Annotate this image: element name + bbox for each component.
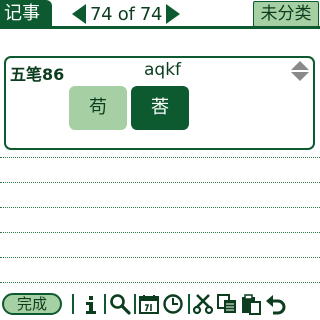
note-line[interactable] [0,282,320,283]
app-title-tab[interactable]: 记事 [0,0,52,27]
toolbar-separator [188,294,190,314]
info-icon[interactable] [80,293,102,315]
toolbar-separator [104,294,106,314]
candidate-button-1[interactable]: 苟 [69,86,127,130]
scroll-up-icon[interactable] [291,61,309,70]
note-line[interactable] [0,257,320,258]
clock-icon[interactable] [162,293,184,315]
category-selector[interactable]: 未分类 [253,1,319,27]
copy-icon[interactable] [216,293,238,315]
undo-icon[interactable] [264,293,286,315]
search-icon[interactable] [109,293,131,315]
record-counter: 74 of 74 [90,3,163,25]
previous-record-arrow-icon[interactable] [72,4,86,24]
done-button-label: 完成 [16,295,47,313]
note-line[interactable] [0,182,320,183]
app-title: 记事 [4,3,40,24]
note-line[interactable] [0,207,320,208]
note-line[interactable] [0,232,320,233]
input-method-name: 五笔86 [10,65,65,84]
next-record-arrow-icon[interactable] [166,4,181,24]
toolbar-separator [134,294,136,314]
input-code: aqkf [144,60,182,80]
calendar-icon[interactable] [138,293,160,315]
paste-icon[interactable] [240,293,262,315]
cut-icon[interactable] [192,293,214,315]
record-navigator: 74 of 74 [72,2,181,26]
input-method-panel: 五笔86 aqkf 苟 莕 [4,56,315,150]
toolbar-separator [72,294,74,314]
scroll-down-icon[interactable] [291,72,309,81]
category-label: 未分类 [260,4,312,24]
note-line[interactable] [0,157,320,158]
candidate-scroll-arrows[interactable] [290,61,310,83]
candidate-button-2[interactable]: 莕 [131,86,189,130]
done-button[interactable]: 完成 [2,293,62,315]
